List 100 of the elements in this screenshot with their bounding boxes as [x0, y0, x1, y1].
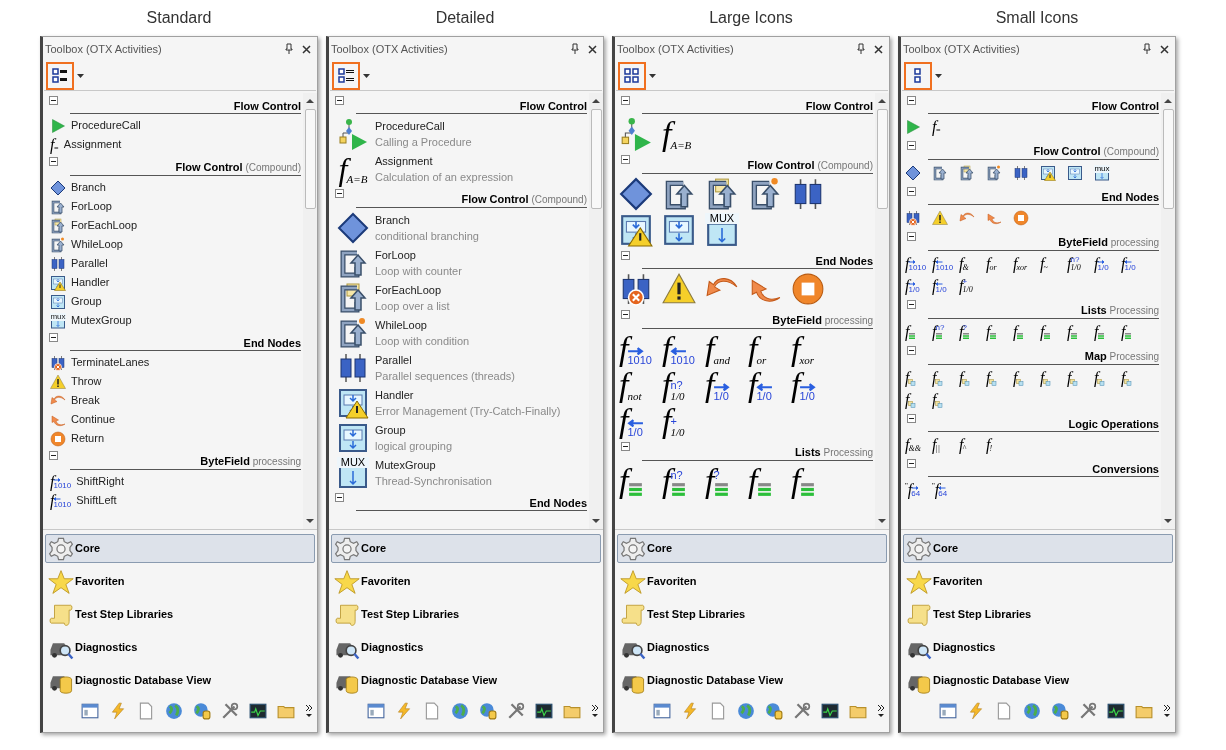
toolbox-item[interactable]: ForLoop Loop with counter [329, 245, 589, 280]
globe-icon[interactable] [1023, 702, 1041, 720]
collapse-toggle[interactable] [907, 459, 916, 468]
scroll-thumb[interactable] [590, 109, 602, 209]
stop-icon[interactable] [1013, 210, 1029, 226]
toolbox-item[interactable]: mux MutexGroup [43, 311, 303, 330]
globe-database-icon[interactable] [1051, 702, 1069, 720]
document-icon[interactable] [995, 702, 1013, 720]
nav-item[interactable]: Diagnostics [331, 633, 601, 662]
nav-item[interactable]: Diagnostics [617, 633, 887, 662]
globe-icon[interactable] [451, 702, 469, 720]
parallel-bars-icon[interactable] [1013, 165, 1029, 181]
overflow-icon[interactable] [1163, 703, 1171, 719]
toolbox-item[interactable]: Parallel Parallel sequences (threads) [329, 350, 589, 385]
curved-arrow-icon[interactable] [986, 210, 1002, 226]
scroll-up-icon[interactable] [591, 97, 601, 105]
toolbox-item[interactable]: MUX MutexGroup Thread-Synchronisation [329, 455, 589, 490]
globe-icon[interactable] [737, 702, 755, 720]
nav-item[interactable]: Diagnostic Database View [331, 666, 601, 695]
toolbox-item[interactable]: Throw [43, 372, 303, 391]
scrollbar[interactable] [1161, 93, 1175, 529]
monitor-icon[interactable] [249, 702, 267, 720]
function-icon[interactable]: f|| [932, 437, 940, 453]
caret-icon[interactable] [935, 73, 942, 78]
pin-icon[interactable] [284, 43, 294, 55]
nav-item[interactable]: Diagnostic Database View [45, 666, 315, 695]
toolbox-item[interactable]: Return [43, 429, 303, 448]
scroll-up-icon[interactable] [305, 97, 315, 105]
nav-item[interactable]: Diagnostics [903, 633, 1173, 662]
collapse-toggle[interactable] [621, 310, 630, 319]
toolbox-item[interactable]: Parallel [43, 254, 303, 273]
function-icon[interactable]: f= [932, 119, 941, 135]
scrollbar[interactable] [303, 93, 317, 529]
collapse-toggle[interactable] [621, 251, 630, 260]
toolbox-item[interactable]: WhileLoop Loop with condition [329, 315, 589, 350]
collapse-toggle[interactable] [907, 414, 916, 423]
monitor-icon[interactable] [1107, 702, 1125, 720]
loop-arrow-icon[interactable] [986, 165, 1002, 181]
collapse-toggle[interactable] [907, 96, 916, 105]
scroll-thumb[interactable] [876, 109, 888, 209]
nav-item[interactable]: Core [617, 534, 887, 563]
window-icon[interactable] [939, 702, 957, 720]
nav-item[interactable]: Diagnostic Database View [903, 666, 1173, 695]
monitor-icon[interactable] [821, 702, 839, 720]
scrollbar[interactable] [589, 93, 603, 529]
collapse-toggle[interactable] [907, 346, 916, 355]
collapse-toggle[interactable] [49, 96, 58, 105]
scroll-up-icon[interactable] [1163, 97, 1173, 105]
scroll-down-icon[interactable] [591, 517, 601, 525]
diamond-icon[interactable] [619, 177, 653, 211]
nav-item[interactable]: Core [903, 534, 1173, 563]
toolbox-item[interactable]: Group logical grouping [329, 420, 589, 455]
toolbox-item[interactable]: Handler [43, 273, 303, 292]
warning-box-icon[interactable] [619, 213, 653, 247]
group-box-icon[interactable] [1067, 165, 1083, 181]
function-icon[interactable]: f! [986, 437, 993, 453]
diamond-icon[interactable] [905, 165, 921, 181]
nav-item[interactable]: Core [331, 534, 601, 563]
overflow-icon[interactable] [877, 703, 885, 719]
collapse-toggle[interactable] [907, 232, 916, 241]
nav-item[interactable]: Favoriten [45, 567, 315, 596]
scroll-down-icon[interactable] [305, 517, 315, 525]
toolbox-item[interactable]: f= Assignment [43, 135, 303, 154]
toolbox-item[interactable]: ForEachLoop [43, 216, 303, 235]
flowchart-icon[interactable] [619, 117, 653, 151]
document-icon[interactable] [137, 702, 155, 720]
tools-icon[interactable] [1079, 702, 1097, 720]
function-icon[interactable]: f& [959, 256, 969, 272]
stop-icon[interactable] [791, 272, 825, 306]
monitor-icon[interactable] [535, 702, 553, 720]
toolbox-item[interactable]: ProcedureCall Calling a Procedure [329, 116, 589, 151]
view-mode-button[interactable] [46, 61, 74, 90]
toolbox-item[interactable]: Group [43, 292, 303, 311]
warning-icon[interactable] [662, 272, 696, 306]
close-icon[interactable] [874, 44, 883, 54]
toolbox-item[interactable]: TerminateLanes [43, 353, 303, 372]
nav-item[interactable]: Test Step Libraries [45, 600, 315, 629]
function-icon[interactable]: f~ [1040, 256, 1048, 272]
close-icon[interactable] [302, 44, 311, 54]
collapse-toggle[interactable] [907, 187, 916, 196]
collapse-toggle[interactable] [335, 96, 344, 105]
collapse-toggle[interactable] [621, 155, 630, 164]
toolbox-item[interactable]: Branch [43, 178, 303, 197]
collapse-toggle[interactable] [907, 141, 916, 150]
scroll-up-icon[interactable] [877, 97, 887, 105]
globe-icon[interactable] [165, 702, 183, 720]
close-icon[interactable] [588, 44, 597, 54]
overflow-icon[interactable] [305, 703, 313, 719]
collapse-toggle[interactable] [49, 157, 58, 166]
nav-item[interactable]: Core [45, 534, 315, 563]
collapse-toggle[interactable] [907, 300, 916, 309]
window-icon[interactable] [653, 702, 671, 720]
function-icon[interactable]: f&& [905, 437, 921, 453]
collapse-toggle[interactable] [621, 96, 630, 105]
caret-icon[interactable] [363, 73, 370, 78]
nav-item[interactable]: Test Step Libraries [331, 600, 601, 629]
nav-item[interactable]: Test Step Libraries [903, 600, 1173, 629]
collapse-toggle[interactable] [335, 189, 344, 198]
toolbox-item[interactable]: ForEachLoop Loop over a list [329, 280, 589, 315]
tools-icon[interactable] [221, 702, 239, 720]
